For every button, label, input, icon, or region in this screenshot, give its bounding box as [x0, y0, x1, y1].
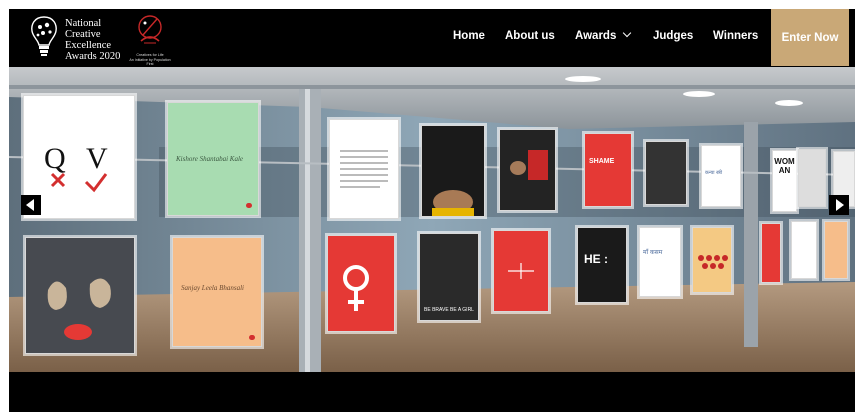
nav-about-us[interactable]: About us	[505, 30, 555, 42]
enter-now-button[interactable]: Enter Now	[771, 9, 849, 66]
logo-line-2: Creative	[65, 29, 101, 40]
poster-7-art	[510, 150, 548, 180]
female-symbol-icon	[343, 265, 369, 311]
nav-awards-label: Awards	[575, 30, 617, 42]
poster-13-text: कन्या स्त्री	[705, 170, 723, 176]
poster-5[interactable]	[329, 119, 399, 219]
poster-20[interactable]	[761, 223, 781, 283]
poster-4-mark	[249, 335, 255, 340]
poster-14[interactable]: HE :	[577, 227, 627, 303]
svg-text:V: V	[86, 142, 108, 175]
poster-2[interactable]: Kishore Shantabai Kale	[167, 102, 259, 216]
poster-21[interactable]	[791, 221, 817, 279]
poster-16-art	[698, 255, 728, 269]
partner-emblem-icon	[138, 15, 162, 44]
page-frame: National Creative Excellence Awards 2020…	[9, 9, 855, 412]
logo-line-3: Excellence	[65, 40, 112, 51]
gallery-background	[9, 67, 855, 372]
poster-22[interactable]	[824, 221, 848, 279]
nav-home[interactable]: Home	[453, 30, 485, 42]
logo-line-4: Awards 2020	[65, 51, 121, 62]
poster-5-art	[340, 150, 388, 188]
poster-8[interactable]	[327, 235, 395, 332]
poster-10-art	[508, 263, 534, 279]
poster-16[interactable]	[692, 227, 732, 293]
poster-13[interactable]: कन्या स्त्री	[701, 145, 741, 207]
poster-17-text: WOMAN	[774, 157, 795, 175]
poster-2-mark	[246, 203, 252, 208]
hero-gallery: Q V Kishore Shantabai Kale Sanjay Leela …	[9, 67, 855, 372]
poster-9[interactable]: BE BRAVE BE A GIRL	[419, 233, 479, 321]
footer-band	[9, 372, 855, 412]
poster-15[interactable]: माँ कसम	[639, 227, 681, 297]
poster-10[interactable]	[493, 230, 549, 312]
partner-logo[interactable]: Creatives for Life An Initiative by Popu…	[127, 13, 173, 67]
partner-line-2: An Initiative by Population First	[129, 58, 171, 66]
poster-11[interactable]: SHAME	[584, 133, 632, 207]
site-header: National Creative Excellence Awards 2020…	[9, 9, 855, 67]
lightbulb-logo-icon[interactable]	[29, 15, 59, 59]
poster-1-text: Q	[44, 142, 66, 175]
poster-6-art	[432, 190, 474, 216]
nav-judges[interactable]: Judges	[653, 30, 693, 42]
poster-18[interactable]	[798, 149, 826, 207]
partner-line-1: Creatives for Life	[136, 53, 164, 57]
poster-3[interactable]	[25, 237, 135, 354]
poster-7[interactable]	[499, 129, 556, 211]
chevron-down-icon	[623, 28, 632, 38]
poster-9-text: BE BRAVE BE A GIRL	[424, 307, 474, 313]
poster-4[interactable]: Sanjay Leela Bhansali	[172, 237, 262, 347]
logo-line-1: National	[65, 18, 102, 29]
poster-3-art	[47, 278, 111, 340]
nav-winners[interactable]: Winners	[713, 30, 758, 42]
carousel-prev-button[interactable]	[21, 195, 41, 215]
poster-6[interactable]	[421, 125, 485, 217]
poster-14-text: HE :	[584, 252, 608, 266]
poster-17[interactable]: WOMAN	[772, 150, 797, 212]
nav-awards[interactable]: Awards	[575, 28, 632, 42]
poster-12[interactable]	[645, 141, 687, 205]
poster-4-name: Sanjay Leela Bhansali	[181, 284, 244, 292]
poster-15-text: माँ कसम	[643, 249, 663, 256]
logo-wordmark[interactable]: National Creative Excellence Awards 2020	[65, 18, 120, 62]
poster-11-text: SHAME	[589, 158, 615, 165]
poster-2-name: Kishore Shantabai Kale	[176, 155, 244, 163]
carousel-next-button[interactable]	[829, 195, 849, 215]
